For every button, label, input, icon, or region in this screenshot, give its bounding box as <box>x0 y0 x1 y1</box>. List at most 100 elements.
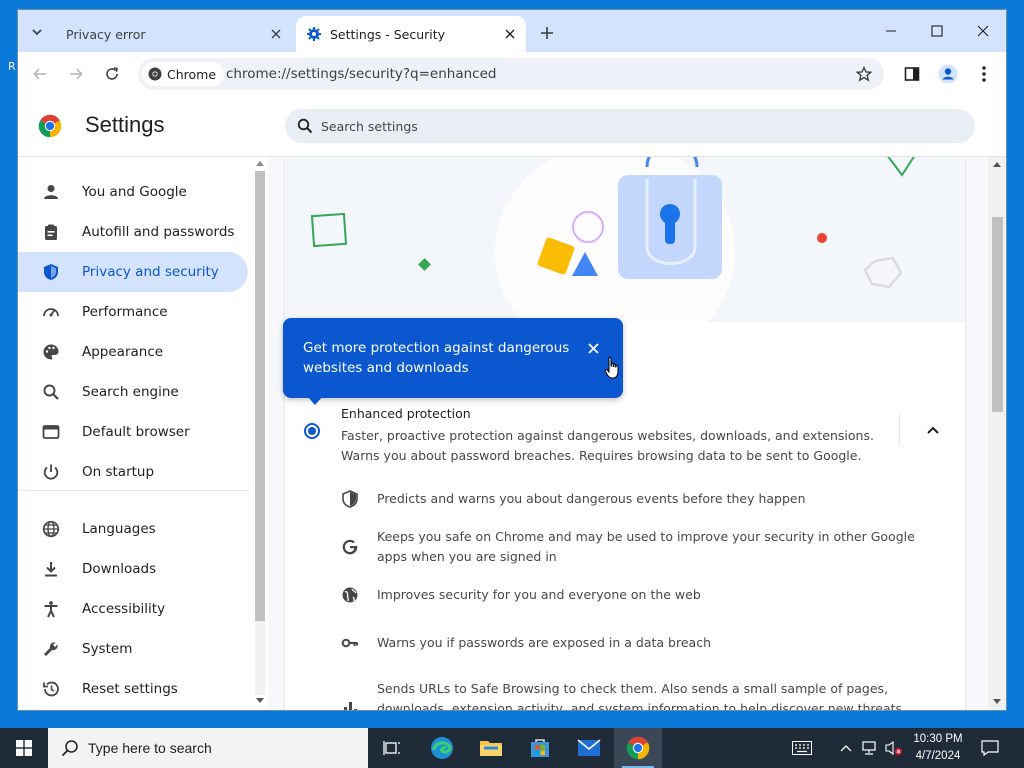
close-icon <box>271 29 281 39</box>
sidebar-item-on-startup[interactable]: On startup <box>18 452 248 492</box>
sidebar-item-privacy-and-security[interactable]: Privacy and security <box>18 252 248 292</box>
sidebar-item-accessibility[interactable]: Accessibility <box>18 589 248 629</box>
tab-strip: Privacy error Settings - Security <box>18 10 1006 52</box>
task-view-button[interactable] <box>368 728 416 768</box>
tab-settings-security[interactable]: Settings - Security <box>296 16 526 52</box>
maximize-button[interactable] <box>914 16 960 46</box>
collapse-button[interactable] <box>921 418 945 442</box>
sidebar-item-label: Default browser <box>82 424 190 440</box>
sidebar-item-autofill-and-passwords[interactable]: Autofill and passwords <box>18 212 248 252</box>
chrome-logo-icon <box>148 67 162 81</box>
sidebar-item-appearance[interactable]: Appearance <box>18 332 248 372</box>
profile-button[interactable] <box>936 62 960 86</box>
sidebar-item-reset-settings[interactable]: Reset settings <box>18 669 248 709</box>
sidebar-item-label: Downloads <box>82 561 157 577</box>
tray-volume-button[interactable] <box>884 738 904 758</box>
sidebar-item-label: Autofill and passwords <box>82 224 235 240</box>
start-button[interactable] <box>0 728 48 768</box>
close-window-button[interactable] <box>960 16 1006 46</box>
tab-close-button[interactable] <box>500 24 520 44</box>
taskbar-search-box[interactable]: Type here to search <box>48 728 368 768</box>
hand-pointer-cursor-icon <box>604 356 619 379</box>
tab-title: Privacy error <box>66 26 146 42</box>
back-button[interactable] <box>28 62 52 86</box>
palette-icon <box>40 341 62 363</box>
sidebar-item-you-and-google[interactable]: You and Google <box>18 172 248 212</box>
tab-close-button[interactable] <box>266 24 286 44</box>
tooltip-close-button[interactable] <box>583 338 603 358</box>
enhanced-protection-radio[interactable] <box>304 423 320 439</box>
scroll-down-arrow-icon <box>993 699 1001 704</box>
maximize-icon <box>931 25 943 37</box>
scrollbar-thumb[interactable] <box>992 217 1003 412</box>
sidebar-item-label: System <box>82 641 133 657</box>
taskbar-file-explorer-button[interactable] <box>467 728 515 768</box>
power-icon <box>40 461 62 483</box>
main-scrollbar[interactable] <box>988 157 1006 710</box>
bar-chart-icon <box>340 697 360 710</box>
clock-date: 4/7/2024 <box>915 750 961 762</box>
search-input[interactable] <box>319 117 923 135</box>
safe-browsing-card: Enhanced protection Faster, proactive pr… <box>285 157 965 710</box>
network-icon <box>862 741 876 755</box>
enhanced-protection-tooltip: Get more protection against dangerous we… <box>283 318 623 405</box>
option-description: Faster, proactive protection against dan… <box>341 428 874 463</box>
sidebar-item-label: Performance <box>82 304 168 320</box>
enhanced-protection-option[interactable]: Enhanced protection Faster, proactive pr… <box>285 402 965 472</box>
sidebar-item-downloads[interactable]: Downloads <box>18 549 248 589</box>
sidebar-item-performance[interactable]: Performance <box>18 292 248 332</box>
key-icon <box>340 633 360 653</box>
tab-privacy-error[interactable]: Privacy error <box>56 16 292 52</box>
taskbar-chrome-button[interactable] <box>614 728 662 768</box>
scrollbar-thumb[interactable] <box>255 171 265 621</box>
sidebar-item-label: Search engine <box>82 384 179 400</box>
reload-button[interactable] <box>100 62 124 86</box>
volume-muted-icon <box>885 740 902 756</box>
settings-main: Enhanced protection Faster, proactive pr… <box>268 157 1006 710</box>
search-icon <box>295 116 315 136</box>
tooltip-arrow <box>307 396 323 405</box>
tray-network-button[interactable] <box>860 738 880 758</box>
chevron-up-icon <box>840 745 852 752</box>
forward-button[interactable] <box>64 62 88 86</box>
windows-taskbar: Type here to search 10:30 PM 4/7/2024 <box>0 728 1024 768</box>
sidebar-item-label: Appearance <box>82 344 164 360</box>
more-vert-icon <box>982 66 986 82</box>
tooltip-text: Get more protection against dangerous we… <box>303 340 570 376</box>
sidebar-item-system[interactable]: System <box>18 629 248 669</box>
taskbar-clock[interactable]: 10:30 PM 4/7/2024 <box>906 731 970 765</box>
sidebar-item-default-browser[interactable]: Default browser <box>18 412 248 452</box>
tray-keyboard-button[interactable] <box>792 738 812 758</box>
taskbar-store-button[interactable] <box>516 728 564 768</box>
address-bar[interactable]: Chrome chrome://settings/security?q=enha… <box>138 58 884 90</box>
globe-icon <box>340 585 360 605</box>
close-icon <box>587 342 599 354</box>
new-tab-button[interactable] <box>536 22 558 44</box>
taskbar-mail-button[interactable] <box>565 728 613 768</box>
tab-title: Settings - Security <box>330 26 446 42</box>
chevron-down-icon <box>32 29 42 36</box>
side-panel-button[interactable] <box>900 62 924 86</box>
sidebar-scrollbar[interactable] <box>252 157 266 710</box>
store-icon <box>531 739 549 757</box>
search-icon <box>60 738 80 758</box>
sidebar-item-languages[interactable]: Languages <box>18 509 248 549</box>
sidebar-item-search-engine[interactable]: Search engine <box>18 372 248 412</box>
bookmark-star-button[interactable] <box>854 64 874 84</box>
tray-overflow-button[interactable] <box>836 738 856 758</box>
close-icon <box>977 25 989 37</box>
scroll-down-arrow-icon <box>256 698 264 703</box>
settings-search-box[interactable] <box>285 109 975 143</box>
minimize-button[interactable] <box>868 16 914 46</box>
site-info-chip[interactable]: Chrome <box>142 62 225 86</box>
action-center-button[interactable] <box>980 738 1000 758</box>
radio-selected-dot <box>308 427 316 435</box>
taskbar-edge-button[interactable] <box>418 728 466 768</box>
reload-icon <box>106 67 118 80</box>
sidebar-item-label: On startup <box>82 464 155 480</box>
gear-icon <box>306 26 322 42</box>
chrome-menu-button[interactable] <box>972 62 996 86</box>
divider <box>899 414 900 446</box>
tab-search-button[interactable] <box>24 19 50 45</box>
feature-text: Keeps you safe on Chrome and may be used… <box>377 529 915 564</box>
